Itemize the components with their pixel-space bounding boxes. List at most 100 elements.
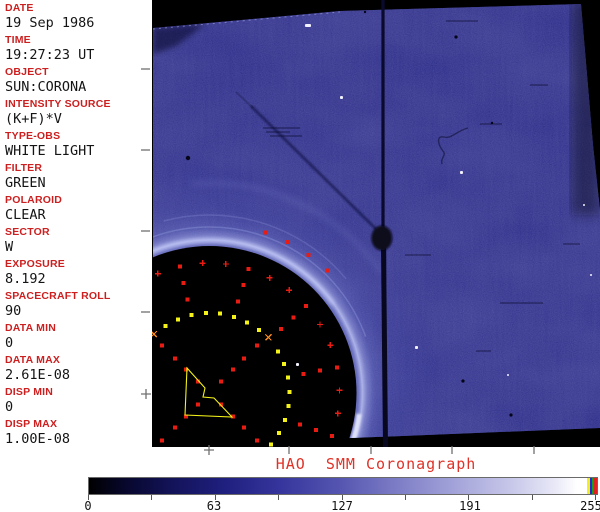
- yellow-square-mark: [287, 389, 292, 394]
- red-square-mark: [304, 304, 309, 308]
- red-square-mark: [286, 240, 290, 245]
- metadata-field-value: 2.61E-08: [5, 367, 71, 383]
- red-square-mark: [241, 283, 246, 288]
- yellow-square-mark: [189, 313, 194, 317]
- metadata-field: SECTOR W: [0, 226, 152, 258]
- metadata-field-label: DATA MAX: [5, 354, 61, 366]
- metadata-field: TYPE-OBS WHITE LIGHT: [0, 130, 152, 162]
- yellow-square-mark: [282, 362, 287, 366]
- metadata-field-label: POLAROID: [5, 194, 63, 206]
- colorbar-tick: [531, 495, 533, 500]
- metadata-panel: DATE 19 Sep 1986 TIME 19:27:23 UT OBJECT SUN:…: [0, 0, 152, 447]
- metadata-field: FILTER GREEN: [0, 162, 152, 194]
- bright-speck: [507, 374, 509, 376]
- metadata-field-value: 0: [5, 399, 14, 415]
- bright-speck: [415, 346, 418, 349]
- bright-speck: [296, 363, 299, 366]
- colorbar-stripe: [594, 478, 597, 494]
- red-square-mark: [291, 315, 296, 320]
- dark-speck: [490, 121, 494, 125]
- yellow-square-mark: [176, 317, 181, 322]
- metadata-field-label: EXPOSURE: [5, 258, 65, 270]
- colorbar-label: 191: [459, 499, 481, 512]
- bright-speck: [305, 24, 311, 27]
- yellow-square-mark: [276, 430, 281, 435]
- metadata-field-value: 19 Sep 1986: [5, 15, 95, 31]
- metadata-field-label: DISP MIN: [5, 386, 54, 398]
- red-square-mark: [278, 326, 283, 331]
- yellow-square-mark: [286, 375, 291, 380]
- red-square-mark: [334, 365, 339, 370]
- dark-speck: [454, 35, 458, 39]
- metadata-field: POLAROID CLEAR: [0, 194, 152, 226]
- yellow-square-mark: [232, 314, 236, 319]
- metadata-field: DISP MIN 0: [0, 386, 152, 418]
- metadata-field-label: TYPE-OBS: [5, 130, 61, 142]
- metadata-field-label: DATA MIN: [5, 322, 56, 334]
- red-square-mark: [160, 343, 165, 348]
- colorbar-gradient: [89, 478, 587, 494]
- metadata-field-value: GREEN: [5, 175, 46, 191]
- dark-speck: [363, 10, 367, 14]
- red-square-mark: [254, 438, 259, 443]
- pylon-blob: [371, 225, 393, 251]
- red-square-mark: [246, 267, 251, 271]
- metadata-field: DATA MAX 2.61E-08: [0, 354, 152, 386]
- yellow-square-mark: [282, 417, 287, 422]
- metadata-field: SPACECRAFT ROLL 90: [0, 290, 152, 322]
- red-square-mark: [314, 428, 319, 433]
- metadata-field-value: CLEAR: [5, 207, 46, 223]
- metadata-field: INTENSITY SOURCE (K+F)*V: [0, 98, 152, 130]
- red-square-mark: [177, 264, 182, 269]
- yellow-square-mark: [256, 328, 261, 333]
- red-square-mark: [185, 297, 190, 302]
- metadata-field-value: 0: [5, 335, 14, 351]
- red-square-mark: [301, 372, 306, 376]
- red-square-mark: [298, 422, 303, 427]
- metadata-field-value: W: [5, 239, 14, 255]
- red-square-mark: [160, 438, 165, 443]
- red-square-mark: [330, 433, 335, 438]
- colorbar-label: 127: [331, 499, 353, 512]
- dark-speck: [461, 379, 465, 383]
- dark-speck: [185, 155, 191, 161]
- metadata-field-label: DATE: [5, 2, 34, 14]
- red-square-mark: [196, 402, 201, 407]
- colorbar-scale: 0 63 127 191 255: [0, 495, 600, 512]
- metadata-field-value: 19:27:23 UT: [5, 47, 95, 63]
- colorbar-label: 0: [84, 499, 92, 512]
- red-square-mark: [242, 356, 247, 361]
- yellow-square-mark: [163, 324, 168, 328]
- red-square-mark: [236, 299, 241, 304]
- red-square-mark: [230, 367, 235, 372]
- dark-speck: [509, 413, 513, 417]
- red-square-mark: [218, 379, 223, 384]
- colorbar-label: 63: [206, 499, 222, 512]
- metadata-field: DISP MAX 1.00E-08: [0, 418, 152, 450]
- yellow-square-mark: [245, 320, 249, 325]
- red-square-mark: [254, 343, 259, 348]
- image-title: HAO SMM Coronagraph: [275, 455, 477, 473]
- metadata-field-value: SUN:CORONA: [5, 79, 87, 95]
- coronagraph-image: [152, 0, 600, 447]
- metadata-field-value: 1.00E-08: [5, 431, 71, 447]
- bright-speck: [340, 96, 343, 99]
- red-square-mark: [325, 268, 330, 273]
- red-square-mark: [263, 230, 268, 235]
- smm-coronagraph-viewer: DATE 19 Sep 1986 TIME 19:27:23 UT OBJECT SUN:…: [0, 0, 600, 512]
- metadata-field: TIME 19:27:23 UT: [0, 34, 152, 66]
- yellow-square-mark: [286, 404, 291, 409]
- metadata-field-label: FILTER: [5, 162, 43, 174]
- metadata-field-label: TIME: [5, 34, 31, 46]
- yellow-square-mark: [268, 442, 273, 447]
- metadata-field-label: SPACECRAFT ROLL: [5, 290, 111, 302]
- colorbar-tick: [404, 495, 406, 500]
- bright-speck: [460, 171, 463, 174]
- metadata-field-label: DISP MAX: [5, 418, 58, 430]
- bright-speck: [583, 204, 585, 206]
- red-square-mark: [172, 356, 177, 361]
- red-square-mark: [181, 280, 186, 285]
- metadata-field-value: (K+F)*V: [5, 111, 62, 127]
- colorbar-tick: [151, 495, 153, 500]
- metadata-field: DATA MIN 0: [0, 322, 152, 354]
